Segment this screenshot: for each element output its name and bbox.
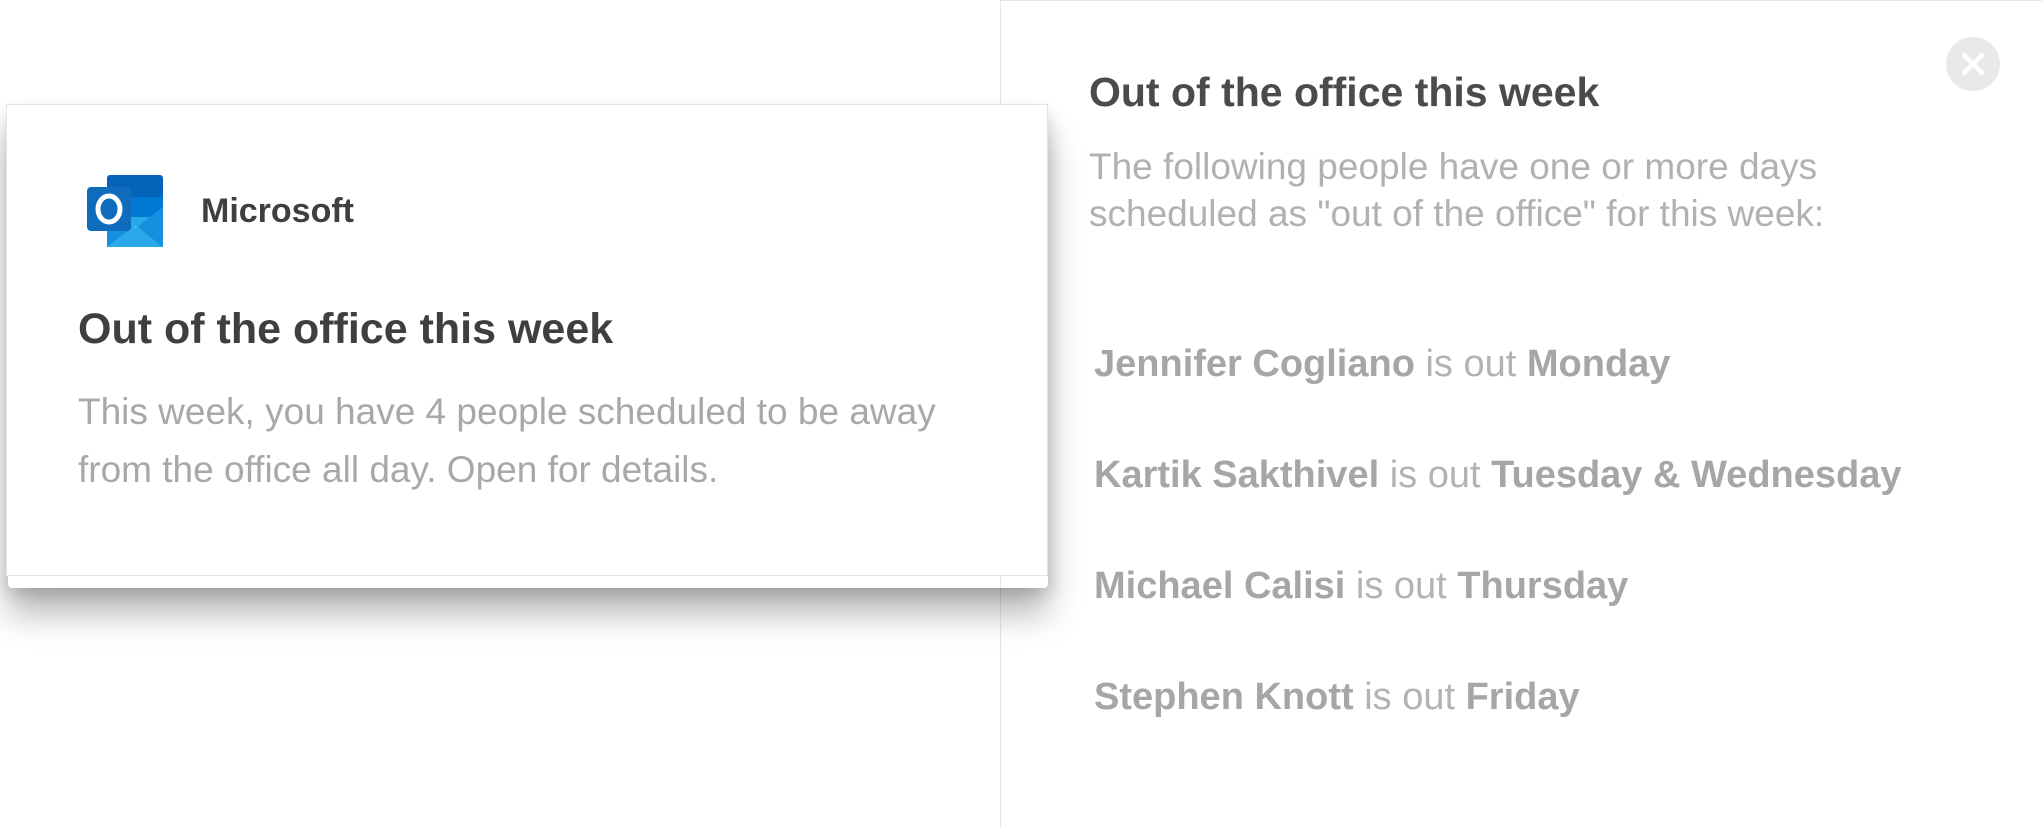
out-days: Tuesday & Wednesday (1491, 454, 1902, 496)
person-name: Michael Calisi (1094, 565, 1346, 607)
out-connector: is out (1353, 676, 1466, 718)
out-connector: is out (1414, 343, 1527, 385)
out-days: Thursday (1457, 565, 1629, 607)
toast-body: This week, you have 4 people scheduled t… (78, 391, 936, 490)
person-name: Stephen Knott (1094, 676, 1354, 718)
app-name: Microsoft (201, 191, 354, 230)
person-name: Kartik Sakthivel (1094, 454, 1380, 496)
close-button[interactable] (1946, 37, 2000, 91)
list-item: Jennifer Cogliano is out Monday (1094, 341, 1902, 452)
toast-title: Out of the office this week (78, 305, 614, 353)
out-connector: is out (1379, 454, 1492, 496)
out-of-office-detail-panel: Out of the office this week The followin… (1000, 0, 2042, 828)
toast-notification[interactable]: Microsoft Out of the office this week Th… (6, 104, 1048, 576)
detail-title: Out of the office this week (1089, 69, 1600, 115)
outlook-icon (85, 171, 167, 251)
people-list: Jennifer Cogliano is out Monday Kartik S… (1094, 341, 1902, 785)
list-item: Michael Calisi is out Thursday (1094, 563, 1902, 674)
person-name: Jennifer Cogliano (1094, 343, 1415, 385)
toast-header: Microsoft (85, 171, 354, 251)
out-days: Monday (1526, 343, 1671, 385)
close-icon (1961, 52, 1985, 76)
detail-description: The following people have one or more da… (1089, 146, 1825, 234)
out-days: Friday (1465, 676, 1580, 718)
out-connector: is out (1345, 565, 1458, 607)
list-item: Kartik Sakthivel is out Tuesday & Wednes… (1094, 452, 1902, 563)
notification-stage: Out of the office this week The followin… (0, 0, 2042, 828)
list-item: Stephen Knott is out Friday (1094, 674, 1902, 785)
